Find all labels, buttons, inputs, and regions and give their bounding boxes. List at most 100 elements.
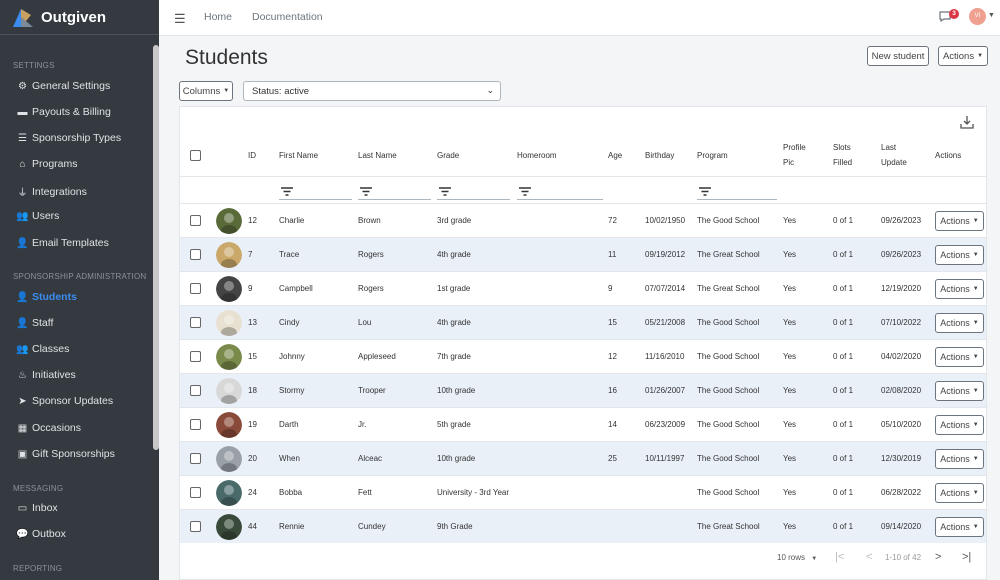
menu-toggle-icon[interactable]: ☰: [174, 11, 186, 27]
sidebar-item-outbox[interactable]: 💬 Outbox: [16, 528, 66, 540]
first-page-icon[interactable]: |<: [835, 551, 844, 563]
user-avatar[interactable]: VI: [969, 8, 986, 25]
filter-first-name[interactable]: [279, 183, 352, 200]
row-checkbox[interactable]: [190, 385, 201, 396]
cell-first-name: Trace: [279, 250, 300, 259]
row-checkbox[interactable]: [190, 215, 201, 226]
nav-link-home[interactable]: Home: [204, 11, 232, 23]
prev-page-icon[interactable]: <: [866, 551, 872, 563]
student-avatar[interactable]: [216, 378, 242, 404]
student-avatar[interactable]: [216, 480, 242, 506]
filter-grade[interactable]: [437, 183, 510, 200]
header-birthday[interactable]: Birthday: [645, 148, 674, 163]
sidebar-item-programs[interactable]: ⌂ Programs: [16, 158, 77, 170]
download-icon[interactable]: [960, 115, 974, 129]
header-slots-filled[interactable]: Slots Filled: [833, 140, 852, 170]
row-actions-button[interactable]: Actions ▼: [935, 211, 984, 231]
page-actions-button[interactable]: Actions ▼: [938, 46, 988, 66]
columns-button[interactable]: Columns ▼: [179, 81, 233, 101]
row-actions-button[interactable]: Actions ▼: [935, 347, 984, 367]
student-avatar[interactable]: [216, 242, 242, 268]
student-avatar[interactable]: [216, 412, 242, 438]
row-actions-button[interactable]: Actions ▼: [935, 313, 984, 333]
row-checkbox[interactable]: [190, 283, 201, 294]
sidebar-item-sponsor-updates[interactable]: ➤ Sponsor Updates: [16, 395, 113, 407]
student-avatar[interactable]: [216, 344, 242, 370]
row-actions-button[interactable]: Actions ▼: [935, 449, 984, 469]
table-row[interactable]: 24 Bobba Fett University - 3rd Year The Good…: [180, 475, 986, 509]
row-actions-button[interactable]: Actions ▼: [935, 483, 984, 503]
cell-birthday: 09/19/2012: [645, 250, 686, 259]
sidebar-item-initiatives[interactable]: ♨ Initiatives: [16, 369, 76, 381]
row-checkbox[interactable]: [190, 453, 201, 464]
user-envelope-icon: 👤: [16, 237, 29, 249]
row-actions-button[interactable]: Actions ▼: [935, 279, 984, 299]
new-student-button[interactable]: New student: [867, 46, 929, 66]
sidebar-item-general-settings[interactable]: ⚙ General Settings: [16, 80, 110, 92]
nav-link-documentation[interactable]: Documentation: [252, 11, 323, 23]
header-last-update[interactable]: Last Update: [881, 140, 907, 170]
filter-last-name[interactable]: [358, 183, 431, 200]
sidebar-item-email-templates[interactable]: 👤 Email Templates: [16, 237, 109, 249]
table-row[interactable]: 13 Cindy Lou 4th grade 15 05/21/2008 The Good …: [180, 305, 986, 339]
header-profile-pic[interactable]: Profile Pic: [783, 140, 806, 170]
user-menu-caret-icon[interactable]: ▼: [988, 12, 995, 19]
table-row[interactable]: 20 When Alceac 10th grade 25 10/11/1997 The Go…: [180, 441, 986, 475]
filter-program[interactable]: [697, 183, 777, 200]
table-row[interactable]: 15 Johnny Appleseed 7th grade 12 11/16/2010 Th…: [180, 339, 986, 373]
row-checkbox[interactable]: [190, 521, 201, 532]
header-program[interactable]: Program: [697, 148, 728, 163]
sidebar-item-staff[interactable]: 👤 Staff: [16, 317, 53, 329]
header-homeroom[interactable]: Homeroom: [517, 148, 557, 163]
rows-per-page-select[interactable]: 10 rows ▼: [777, 553, 817, 562]
table-row[interactable]: 9 Campbell Rogers 1st grade 9 07/07/2014 The G…: [180, 271, 986, 305]
cell-grade: 7th grade: [437, 352, 471, 361]
row-checkbox[interactable]: [190, 351, 201, 362]
sidebar-item-payouts-billing[interactable]: ▬ Payouts & Billing: [16, 106, 111, 118]
row-checkbox[interactable]: [190, 317, 201, 328]
header-grade[interactable]: Grade: [437, 148, 459, 163]
header-age[interactable]: Age: [608, 148, 622, 163]
student-avatar[interactable]: [216, 514, 242, 540]
last-page-icon[interactable]: >|: [962, 551, 971, 563]
cell-last-update: 09/14/2020: [881, 522, 922, 531]
table-row[interactable]: 18 Stormy Trooper 10th grade 16 01/26/2007 The…: [180, 373, 986, 407]
sidebar-item-inbox[interactable]: ▭ Inbox: [16, 502, 58, 514]
sidebar-item-classes[interactable]: 👥 Classes: [16, 343, 69, 355]
sidebar-item-sponsorship-types[interactable]: ☰ Sponsorship Types: [16, 132, 121, 144]
table-row[interactable]: 19 Darth Jr. 5th grade 14 06/23/2009 The Good …: [180, 407, 986, 441]
sidebar-item-integrations[interactable]: ⏚ Integrations: [16, 184, 87, 200]
student-avatar[interactable]: [216, 446, 242, 472]
table-row[interactable]: 7 Trace Rogers 4th grade 11 09/19/2012 The Gre…: [180, 237, 986, 271]
row-actions-button[interactable]: Actions ▼: [935, 517, 984, 537]
brand[interactable]: Outgiven: [0, 0, 159, 35]
student-avatar[interactable]: [216, 310, 242, 336]
next-page-icon[interactable]: >: [935, 551, 941, 563]
header-last-name[interactable]: Last Name: [358, 148, 397, 163]
header-id[interactable]: ID: [248, 148, 256, 163]
sidebar-item-students[interactable]: 👤 Students: [16, 291, 77, 303]
row-actions-button[interactable]: Actions ▼: [935, 415, 984, 435]
row-checkbox[interactable]: [190, 419, 201, 430]
cell-age: 9: [608, 284, 613, 293]
cell-last-update: 12/19/2020: [881, 284, 922, 293]
cell-id: 9: [248, 284, 253, 293]
sidebar-item-users[interactable]: 👥 Users: [16, 210, 59, 222]
row-checkbox[interactable]: [190, 249, 201, 260]
student-avatar[interactable]: [216, 276, 242, 302]
cell-birthday: 01/26/2007: [645, 386, 686, 395]
status-filter-select[interactable]: Status: active ⌄: [243, 81, 501, 101]
table-row[interactable]: 44 Rennie Cundey 9th Grade The Great School Y…: [180, 509, 986, 543]
sidebar-item-occasions[interactable]: ▦ Occasions: [16, 422, 81, 434]
row-actions-button[interactable]: Actions ▼: [935, 381, 984, 401]
filter-homeroom[interactable]: [517, 183, 603, 200]
row-actions-button[interactable]: Actions ▼: [935, 245, 984, 265]
cell-id: 7: [248, 250, 253, 259]
sidebar-item-gift-sponsorships[interactable]: ▣ Gift Sponsorships: [16, 448, 115, 460]
select-all-checkbox[interactable]: [190, 150, 201, 161]
row-checkbox[interactable]: [190, 487, 201, 498]
cell-last-name: Lou: [358, 318, 372, 327]
table-row[interactable]: 12 Charlie Brown 3rd grade 72 10/02/1950 The G…: [180, 203, 986, 237]
student-avatar[interactable]: [216, 208, 242, 234]
header-first-name[interactable]: First Name: [279, 148, 318, 163]
